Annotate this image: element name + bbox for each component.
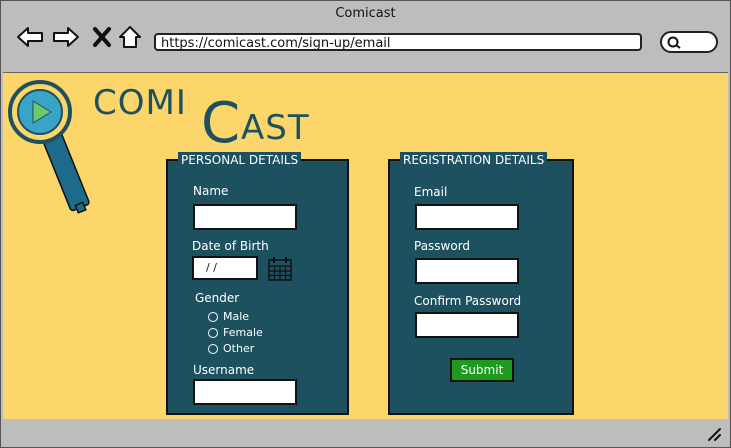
name-label: Name <box>193 184 229 198</box>
dob-input[interactable]: / / <box>192 256 258 280</box>
gender-label: Gender <box>195 291 240 305</box>
email-label: Email <box>414 185 448 199</box>
personal-details-panel: PERSONAL DETAILS Name Date of Birth / / … <box>166 152 349 415</box>
personal-details-title: PERSONAL DETAILS <box>178 152 302 168</box>
search-box[interactable] <box>660 31 718 53</box>
password-label: Password <box>414 239 471 253</box>
name-input[interactable] <box>193 204 297 230</box>
radio-female[interactable] <box>208 327 218 338</box>
logo-text-ast: AST <box>241 108 310 148</box>
radio-male[interactable] <box>208 311 218 322</box>
dob-label: Date of Birth <box>192 239 269 253</box>
search-icon <box>667 36 681 49</box>
gender-option-female[interactable]: Female <box>208 326 263 339</box>
radio-other[interactable] <box>208 343 218 354</box>
username-label: Username <box>193 363 255 377</box>
arrow-left-icon[interactable] <box>16 23 44 51</box>
registration-details-panel: REGISTRATION DETAILS Email Password Conf… <box>388 152 574 415</box>
confirm-password-label: Confirm Password <box>414 294 522 308</box>
logo-text-comi: COMI <box>93 83 187 123</box>
confirm-password-input[interactable] <box>415 312 519 338</box>
calendar-icon[interactable] <box>268 257 292 285</box>
browser-toolbar: Comicast https://comicast.com/sign-up/em… <box>1 1 730 71</box>
address-bar[interactable]: https://comicast.com/sign-up/email <box>154 33 642 51</box>
password-input[interactable] <box>415 258 519 284</box>
gender-option-male[interactable]: Male <box>208 310 249 323</box>
gender-option-label: Other <box>223 342 255 355</box>
window-title: Comicast <box>335 6 396 21</box>
browser-window: Comicast https://comicast.com/sign-up/em… <box>0 0 731 448</box>
x-icon[interactable] <box>88 23 116 51</box>
status-bar <box>1 419 730 447</box>
arrow-right-icon[interactable] <box>52 23 80 51</box>
submit-button[interactable]: Submit <box>450 358 514 382</box>
resize-grip-icon[interactable] <box>706 427 722 441</box>
gender-option-label: Male <box>223 310 250 323</box>
logo-text-c: C <box>201 91 242 156</box>
page-content: COMI C AST PERSONAL DETAILS Name Date of… <box>3 72 728 420</box>
username-input[interactable] <box>193 379 297 405</box>
registration-details-title: REGISTRATION DETAILS <box>400 152 548 168</box>
email-input[interactable] <box>415 204 519 230</box>
gender-option-label: Female <box>223 326 263 339</box>
gender-option-other[interactable]: Other <box>208 342 254 355</box>
home-icon[interactable] <box>116 23 144 51</box>
